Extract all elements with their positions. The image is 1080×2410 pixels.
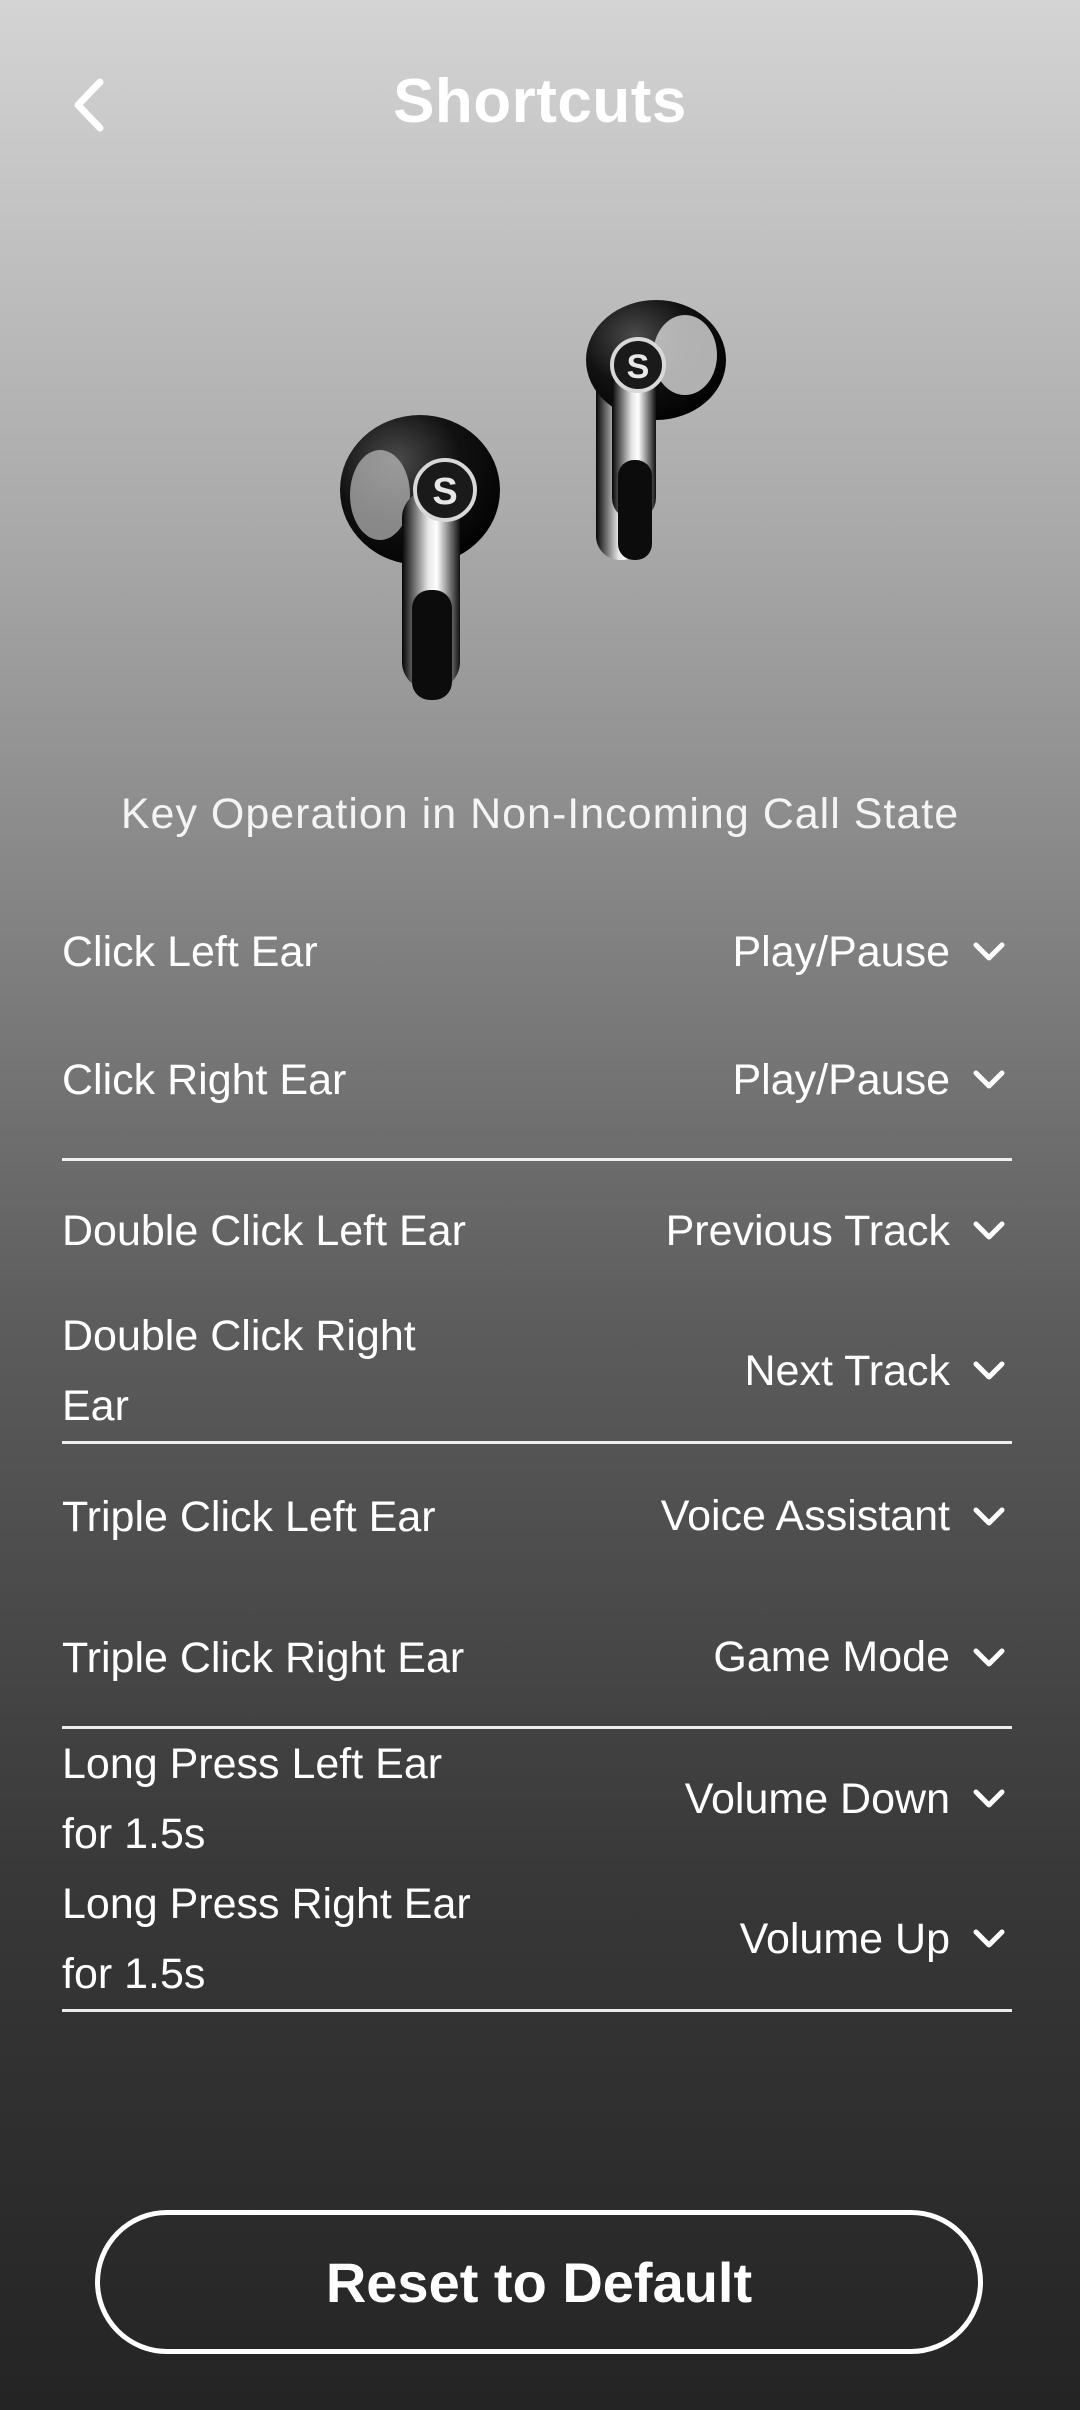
group-long-press: Long Press Left Ear for 1.5s Volume Down… [62,1729,1012,2012]
shortcut-value: Volume Down [684,1774,950,1823]
shortcut-value: Play/Pause [732,927,950,976]
chevron-down-icon [973,942,1005,961]
group-double-click: Double Click Left Ear Previous Track Dou… [62,1161,1012,1444]
reset-to-default-button[interactable]: Reset to Default [95,2210,983,2354]
shortcut-dropdown[interactable]: Next Track [745,1347,1013,1396]
shortcut-dropdown[interactable]: Previous Track [666,1207,1012,1256]
shortcut-label: Click Left Ear [62,928,318,976]
header-bar: Shortcuts [0,0,1080,210]
group-click: Click Left Ear Play/Pause Click Right Ea… [62,880,1012,1161]
chevron-down-icon [973,1221,1005,1240]
shortcut-label: Long Press Right Ear for 1.5s [62,1880,471,1998]
group-triple-click: Triple Click Left Ear Voice Assistant Tr… [62,1444,1012,1729]
shortcut-value: Previous Track [665,1206,950,1255]
shortcut-row: Triple Click Right Ear Game Mode [62,1589,1012,1726]
shortcut-dropdown[interactable]: Volume Up [740,1915,1012,1964]
shortcut-dropdown[interactable]: Voice Assistant [661,1492,1012,1541]
svg-text:S: S [627,348,650,386]
shortcut-label: Click Right Ear [62,1056,347,1104]
shortcut-dropdown[interactable]: Volume Down [685,1775,1012,1824]
shortcut-label: Triple Click Right Ear [62,1633,465,1682]
chevron-down-icon [973,1789,1005,1808]
shortcut-label: Double Click Right Ear [62,1312,416,1430]
chevron-down-icon [973,1648,1005,1666]
shortcut-list: Click Left Ear Play/Pause Click Right Ea… [62,880,1012,2012]
section-title: Key Operation in Non-Incoming Call State [120,790,960,838]
shortcut-row: Click Left Ear Play/Pause [62,880,1012,1010]
page-title: Shortcuts [393,67,687,136]
shortcut-value: Play/Pause [732,1055,950,1104]
earbuds-image: S S [320,290,760,710]
chevron-down-icon [973,1361,1005,1380]
shortcut-value: Game Mode [713,1633,950,1681]
shortcut-dropdown[interactable]: Game Mode [713,1633,1012,1682]
shortcut-label: Double Click Left Ear [62,1207,466,1255]
shortcut-row: Long Press Left Ear for 1.5s Volume Down [62,1729,1012,1869]
shortcut-value: Next Track [744,1346,951,1395]
shortcut-label: Long Press Left Ear for 1.5s [62,1740,443,1858]
shortcut-dropdown[interactable]: Play/Pause [732,1056,1012,1105]
shortcut-row: Triple Click Left Ear Voice Assistant [62,1444,1012,1589]
shortcut-row: Long Press Right Ear for 1.5s Volume Up [62,1869,1012,2009]
shortcut-value: Voice Assistant [660,1492,950,1540]
shortcut-row: Click Right Ear Play/Pause [62,1010,1012,1150]
svg-text:S: S [432,471,457,513]
shortcut-row: Double Click Right Ear Next Track [62,1301,1012,1441]
shortcut-dropdown[interactable]: Play/Pause [732,928,1012,977]
chevron-down-icon [973,1070,1005,1089]
shortcut-label: Triple Click Left Ear [62,1492,436,1541]
chevron-down-icon [973,1929,1005,1948]
shortcut-row: Double Click Left Ear Previous Track [62,1161,1012,1301]
shortcut-value: Volume Up [739,1914,950,1963]
chevron-down-icon [973,1507,1005,1525]
